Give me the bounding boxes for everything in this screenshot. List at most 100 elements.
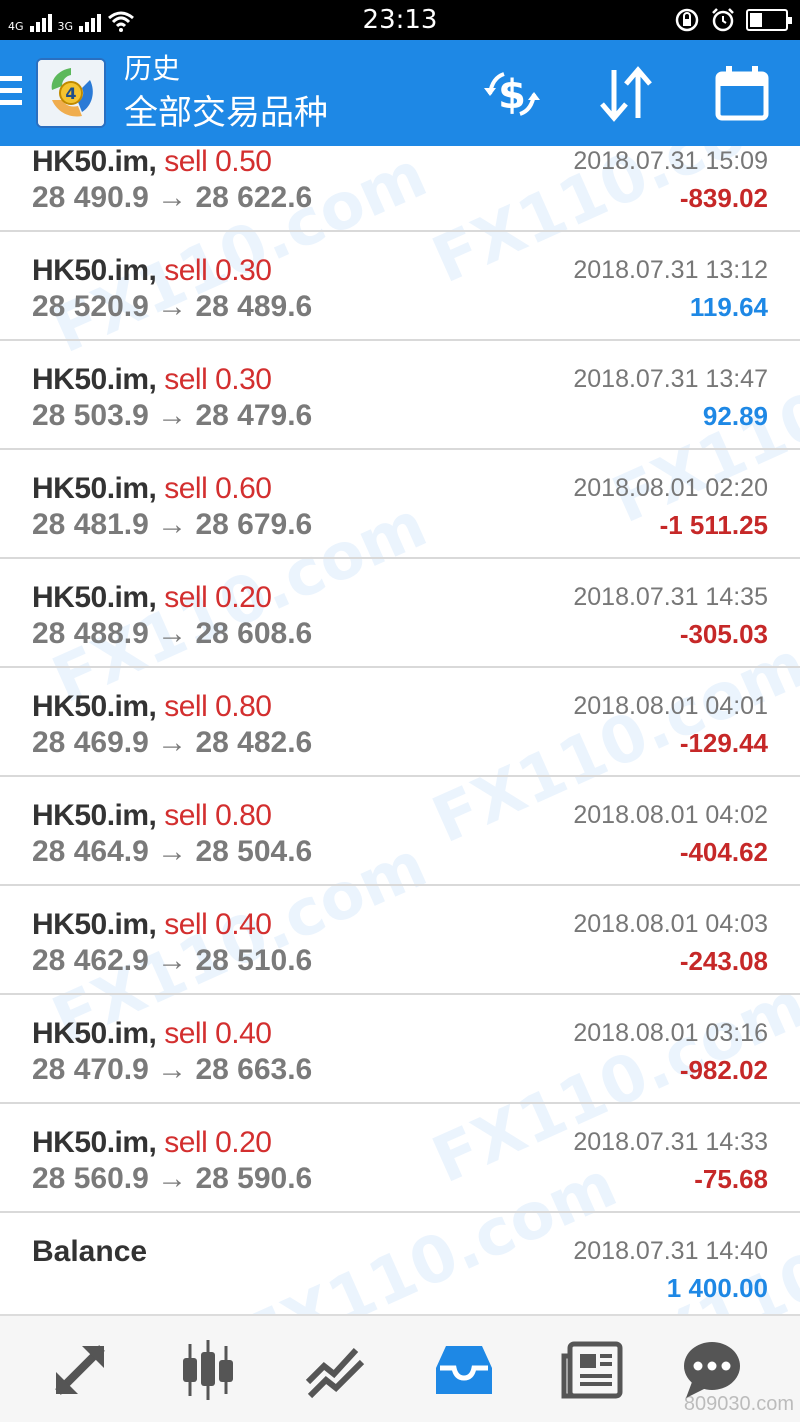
trade-profit: -129.44 bbox=[679, 728, 768, 758]
corner-watermark: 809030.com bbox=[683, 1393, 794, 1415]
trade-row[interactable]: HK50.im, sell 0.60 28 481.9 → 28 679.6 201… bbox=[0, 451, 800, 559]
trade-prices: 28 470.9 → 28 663.6 bbox=[32, 1052, 312, 1088]
trade-row[interactable]: HK50.im, sell 0.20 28 488.9 → 28 608.6 201… bbox=[0, 560, 800, 668]
trade-row[interactable]: HK50.im, sell 0.40 28 462.9 → 28 510.6 201… bbox=[0, 887, 800, 995]
trade-symbol: HK50.im, sell 0.80 bbox=[32, 689, 272, 725]
close-price: 28 482.6 bbox=[195, 726, 313, 759]
trade-row[interactable]: HK50.im, sell 0.80 28 464.9 → 28 504.6 201… bbox=[0, 778, 800, 886]
symbol-filter[interactable]: 全部交易品种 bbox=[124, 92, 328, 134]
arrow-icon: → bbox=[157, 1053, 188, 1086]
trade-profit: 119.64 bbox=[689, 292, 768, 322]
app-bar: 4 历史 全部交易品种 $ bbox=[0, 40, 800, 146]
trade-time: 2018.07.31 15:09 bbox=[573, 147, 768, 175]
trade-symbol: HK50.im, sell 0.20 bbox=[32, 580, 272, 616]
trade-profit: -243.08 bbox=[679, 946, 768, 976]
battery-icon bbox=[746, 9, 792, 31]
balance-amount: 1 400.00 bbox=[666, 1273, 768, 1303]
trade-prices: 28 560.9 → 28 590.6 bbox=[32, 1161, 312, 1197]
trade-time: 2018.07.31 13:12 bbox=[573, 256, 768, 284]
trade-symbol: HK50.im, sell 0.40 bbox=[32, 907, 272, 943]
trade-profit: -1 511.25 bbox=[659, 510, 768, 540]
trade-prices: 28 462.9 → 28 510.6 bbox=[32, 943, 312, 979]
trade-side: sell 0.20 bbox=[164, 581, 272, 614]
trade-prices: 28 490.9 → 28 622.6 bbox=[32, 180, 312, 216]
open-price: 28 481.9 bbox=[32, 508, 149, 541]
trade-side: sell 0.60 bbox=[164, 472, 272, 505]
arrow-icon: → bbox=[157, 399, 188, 432]
trade-symbol: HK50.im, sell 0.30 bbox=[32, 253, 272, 289]
trade-profit: -404.62 bbox=[679, 837, 768, 867]
trade-row[interactable]: HK50.im, sell 0.20 28 560.9 → 28 590.6 201… bbox=[0, 1105, 800, 1213]
open-price: 28 560.9 bbox=[32, 1162, 149, 1195]
trade-prices: 28 488.9 → 28 608.6 bbox=[32, 616, 312, 652]
arrow-icon: → bbox=[157, 290, 188, 323]
close-price: 28 663.6 bbox=[195, 1053, 313, 1086]
quotes-chart-icon[interactable] bbox=[176, 1338, 240, 1402]
trade-prices: 28 503.9 → 28 479.6 bbox=[32, 398, 312, 434]
symbol-name: HK50.im, bbox=[32, 690, 157, 723]
metatrader-logo: 4 bbox=[36, 58, 106, 128]
symbol-name: HK50.im, bbox=[32, 472, 157, 505]
status-bar: 4G 3G 23:13 bbox=[0, 0, 800, 40]
history-list: FX110.com FX110.com FX110.com FX110.com … bbox=[0, 146, 800, 1314]
trade-time: 2018.07.31 13:47 bbox=[573, 365, 768, 393]
trade-symbol: HK50.im, sell 0.60 bbox=[32, 471, 272, 507]
arrow-icon: → bbox=[157, 1162, 188, 1195]
trade-time: 2018.07.31 14:33 bbox=[573, 1128, 768, 1156]
open-price: 28 470.9 bbox=[32, 1053, 149, 1086]
close-price: 28 622.6 bbox=[195, 181, 313, 214]
trade-row[interactable]: HK50.im, sell 0.80 28 469.9 → 28 482.6 201… bbox=[0, 669, 800, 777]
trade-side: sell 0.20 bbox=[164, 1126, 272, 1159]
menu-icon[interactable] bbox=[0, 76, 22, 110]
arrow-icon: → bbox=[157, 944, 188, 977]
trade-symbol: HK50.im, sell 0.20 bbox=[32, 1125, 272, 1161]
symbol-name: HK50.im, bbox=[32, 581, 157, 614]
trade-row[interactable]: HK50.im, sell 0.30 28 520.9 → 28 489.6 201… bbox=[0, 233, 800, 341]
trade-profit: -305.03 bbox=[679, 619, 768, 649]
trade-prices: 28 520.9 → 28 489.6 bbox=[32, 289, 312, 325]
arrow-icon: → bbox=[157, 508, 188, 541]
symbol-name: HK50.im, bbox=[32, 1017, 157, 1050]
trade-row[interactable]: HK50.im, sell 0.40 28 470.9 → 28 663.6 201… bbox=[0, 996, 800, 1104]
news-icon[interactable] bbox=[560, 1338, 624, 1402]
trade-symbol: HK50.im, sell 0.30 bbox=[32, 362, 272, 398]
arrow-icon: → bbox=[157, 617, 188, 650]
close-price: 28 504.6 bbox=[195, 835, 313, 868]
page-title: 历史 bbox=[124, 52, 181, 85]
trade-time: 2018.08.01 04:01 bbox=[573, 692, 768, 720]
trade-side: sell 0.80 bbox=[164, 799, 272, 832]
open-price: 28 503.9 bbox=[32, 399, 149, 432]
trade-prices: 28 469.9 → 28 482.6 bbox=[32, 725, 312, 761]
sort-icon[interactable] bbox=[594, 64, 658, 124]
trade-symbol: HK50.im, sell 0.40 bbox=[32, 1016, 272, 1052]
chart-icon[interactable] bbox=[304, 1338, 368, 1402]
history-icon[interactable] bbox=[432, 1338, 496, 1402]
currency-exchange-icon[interactable]: $ bbox=[480, 64, 544, 124]
symbol-name: HK50.im, bbox=[32, 799, 157, 832]
status-right-icons bbox=[674, 6, 792, 34]
trade-profit: -982.02 bbox=[679, 1055, 768, 1085]
trade-side: sell 0.50 bbox=[164, 146, 272, 178]
calendar-icon[interactable] bbox=[710, 64, 774, 124]
arrow-icon: → bbox=[157, 181, 188, 214]
trade-time: 2018.08.01 04:03 bbox=[573, 910, 768, 938]
trade-time: 2018.07.31 14:35 bbox=[573, 583, 768, 611]
balance-time: 2018.07.31 14:40 bbox=[573, 1237, 768, 1265]
close-price: 28 479.6 bbox=[195, 399, 313, 432]
rotation-lock-icon bbox=[675, 8, 699, 32]
trade-symbol: HK50.im, sell 0.50 bbox=[32, 146, 272, 180]
trade-side: sell 0.40 bbox=[164, 908, 272, 941]
trade-row[interactable]: HK50.im, sell 0.50 28 490.9 → 28 622.6 201… bbox=[0, 146, 800, 232]
trade-side: sell 0.40 bbox=[164, 1017, 272, 1050]
bottom-nav: 809030.com bbox=[0, 1314, 800, 1422]
open-price: 28 488.9 bbox=[32, 617, 149, 650]
close-price: 28 608.6 bbox=[195, 617, 313, 650]
trade-icon[interactable] bbox=[48, 1338, 112, 1402]
trade-symbol: HK50.im, sell 0.80 bbox=[32, 798, 272, 834]
trade-profit: -839.02 bbox=[679, 183, 768, 213]
close-price: 28 489.6 bbox=[195, 290, 313, 323]
balance-row[interactable]: Balance 2018.07.31 14:40 1 400.00 bbox=[0, 1214, 800, 1314]
trade-row[interactable]: HK50.im, sell 0.30 28 503.9 → 28 479.6 201… bbox=[0, 342, 800, 450]
trade-side: sell 0.30 bbox=[164, 363, 272, 396]
open-price: 28 464.9 bbox=[32, 835, 149, 868]
